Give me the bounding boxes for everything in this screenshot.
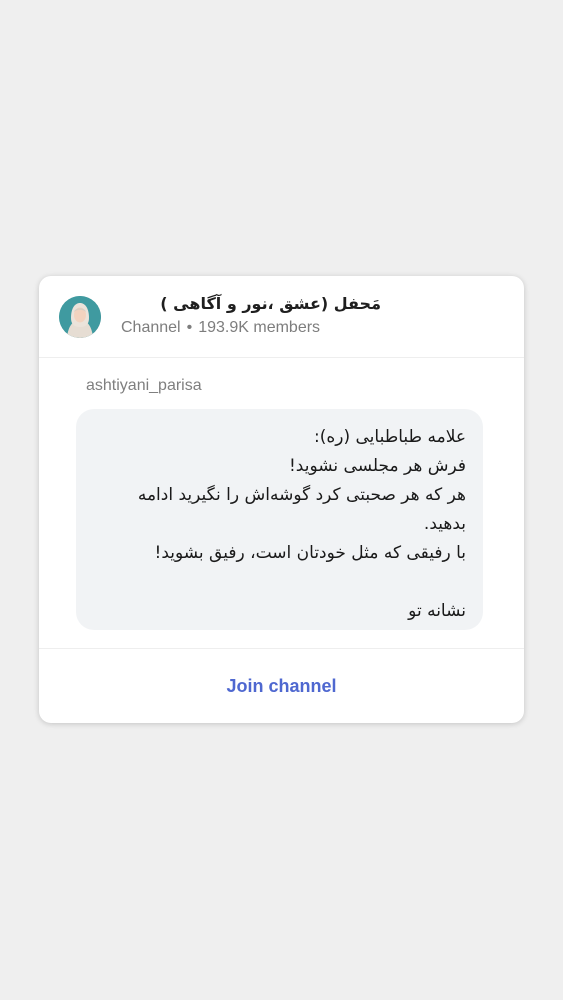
channel-title[interactable]: مَحفل (عشق ،نور و آگاهی )	[121, 292, 381, 316]
message-line: هر که هر صحبتی کرد گوشه‌اش را نگیرید ادا…	[137, 485, 466, 505]
message-line: نشانه تو	[408, 601, 466, 621]
channel-header[interactable]: مَحفل (عشق ،نور و آگاهی ) Channel • 193.9K…	[39, 276, 524, 358]
members-count: 193.9K members	[198, 319, 321, 336]
card-footer: Join channel	[39, 648, 524, 723]
message-line: بدهید.	[423, 514, 466, 534]
channel-type-label: Channel	[121, 319, 181, 336]
post-author: ashtiyani_parisa	[86, 377, 202, 394]
separator-dot: •	[186, 319, 193, 336]
message-line: علامه طباطبایی (ره):	[313, 427, 466, 447]
message-line-blank	[93, 568, 466, 597]
message-line: با رفیقی که مثل خودتان است، رفیق بشوید!	[154, 543, 467, 563]
channel-preview-card: مَحفل (عشق ،نور و آگاهی ) Channel • 193.9K…	[39, 276, 524, 723]
join-channel-button[interactable]: Join channel	[39, 649, 524, 723]
channel-avatar[interactable]	[59, 296, 101, 338]
avatar-portrait-image	[59, 296, 101, 338]
message-line: فرش هر مجلسی نشوید!	[288, 456, 466, 476]
channel-subtitle: Channel • 193.9K members	[121, 318, 320, 338]
message-bubble: علامه طباطبایی (ره): فرش هر مجلسی نشوید!…	[76, 409, 483, 630]
